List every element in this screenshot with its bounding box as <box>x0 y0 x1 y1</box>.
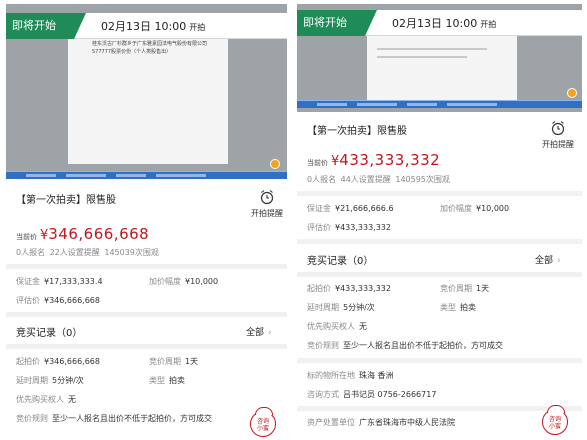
chevron-right-icon: › <box>557 256 561 266</box>
auction-panel-left: 桂东沃古厂杉群乡于广东雅素园法电气股份有限公司 577777股票价份（个人类股售… <box>6 4 287 437</box>
document-preview <box>367 34 517 100</box>
deposit: 保证金 ¥17,333,333.4 <box>16 277 103 286</box>
orb-icon <box>567 88 577 98</box>
consult-assistant-button[interactable]: 咨询 小蜜 <box>250 407 276 437</box>
consult-assistant-button[interactable]: 咨询 小蜜 <box>542 405 568 435</box>
divider <box>6 344 287 349</box>
document-preview: 桂东沃古厂杉群乡于广东雅素园法电气股份有限公司 577777股票价份（个人类股售… <box>68 34 228 164</box>
current-price: 当前价 ¥346,666,668 <box>16 225 150 243</box>
divider <box>297 406 582 411</box>
start-reminder-button[interactable]: 开拍提醒 <box>542 120 574 150</box>
auction-title: 【第一次拍卖】限售股 <box>16 195 116 206</box>
start-reminder-label: 开拍提醒 <box>542 140 574 149</box>
orb-icon <box>270 159 280 169</box>
participation-stats: 0人报名 44人设置提醒 140595次围观 <box>307 175 450 184</box>
appraisal-price: 评估价 ¥346,666,668 <box>16 296 100 305</box>
bid-records-heading: 竞买记录（0） <box>16 328 83 339</box>
contact-method: 咨询方式 吕书记员 0756-2666717 <box>307 390 437 399</box>
divider <box>297 191 582 196</box>
screenshot-taskbar <box>6 171 287 179</box>
status-badge: 即将开始 <box>297 10 377 36</box>
divider <box>6 312 287 317</box>
bidding-rules: 竞价规则 至少一人报名且出价不低于起拍价，方可成交 <box>16 414 212 423</box>
item-location: 标的物所在地 珠海 香洲 <box>307 371 394 380</box>
bidding-cycle: 竞价周期 1天 <box>440 284 490 293</box>
appraisal-price: 评估价 ¥433,333,332 <box>307 223 391 232</box>
auction-type: 类型 拍卖 <box>149 376 185 385</box>
starting-price: 起拍价 ¥346,666,668 <box>16 357 100 366</box>
current-price: 当前价 ¥433,333,332 <box>307 151 441 169</box>
divider <box>6 264 287 269</box>
screenshot-taskbar <box>297 100 582 108</box>
alarm-clock-icon <box>551 121 565 136</box>
current-price-value: 346,666,668 <box>48 225 150 243</box>
status-badge: 即将开始 <box>6 13 86 39</box>
divider <box>297 239 582 244</box>
start-time: 02月13日 10:00 开拍 <box>101 20 206 33</box>
priority-buyer: 优先购买权人无 <box>16 395 76 404</box>
current-price-value: 433,333,332 <box>339 151 441 169</box>
disposal-unit: 资产处置单位 广东省珠海市中级人民法院 <box>307 418 455 427</box>
countdown-banner: 即将开始 02月13日 10:00 开拍 <box>297 10 582 36</box>
auction-type: 类型 拍卖 <box>440 303 476 312</box>
start-time: 02月13日 10:00 开拍 <box>392 17 497 30</box>
start-reminder-label: 开拍提醒 <box>251 209 283 218</box>
bidding-cycle: 竞价周期 1天 <box>149 357 199 366</box>
divider <box>297 358 582 363</box>
participation-stats: 0人报名 22人设置提醒 145039次围观 <box>16 248 159 257</box>
view-all-records-link[interactable]: 全部 › <box>246 325 272 338</box>
starting-price: 起拍价 ¥433,333,332 <box>307 284 391 293</box>
bid-records-heading: 竞买记录（0） <box>307 256 374 267</box>
auction-panel-right: 即将开始 02月13日 10:00 开拍 【第一次拍卖】限售股 开拍提醒 当前价 ¥… <box>297 4 582 437</box>
auction-title: 【第一次拍卖】限售股 <box>307 126 407 137</box>
delay-period: 延时周期 5分钟/次 <box>16 376 84 385</box>
document-text: 桂东沃古厂杉群乡于广东雅素园法电气股份有限公司 577777股票价份（个人类股售… <box>92 41 208 55</box>
alarm-clock-icon <box>260 190 274 205</box>
delay-period: 延时周期 5分钟/次 <box>307 303 375 312</box>
divider <box>297 272 582 277</box>
deposit: 保证金 ¥21,666,666.6 <box>307 204 394 213</box>
bidding-rules: 竞价规则 至少一人报名且出价不低于起拍价，方可成交 <box>307 341 503 350</box>
priority-buyer: 优先购买权人无 <box>307 322 367 331</box>
chevron-right-icon: › <box>268 328 272 338</box>
start-reminder-button[interactable]: 开拍提醒 <box>251 189 283 219</box>
bid-increment: 加价幅度 ¥10,000 <box>440 204 510 213</box>
countdown-banner: 即将开始 02月13日 10:00 开拍 <box>6 13 287 39</box>
bid-increment: 加价幅度 ¥10,000 <box>149 277 219 286</box>
view-all-records-link[interactable]: 全部 › <box>535 253 561 266</box>
